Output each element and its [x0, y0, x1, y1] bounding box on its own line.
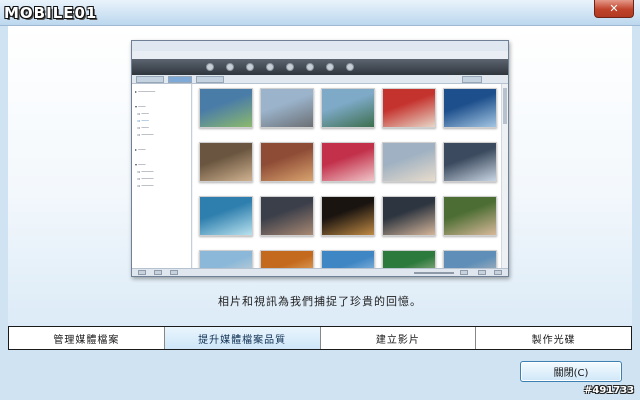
preview-zoom-slider [414, 272, 454, 274]
toolbar-icon [346, 63, 354, 71]
tab-enhance-media[interactable]: 提升媒體檔案品質 [164, 327, 321, 349]
photo-thumbnail [199, 250, 253, 268]
preview-sidebar-item: ▫ ───── [135, 176, 154, 181]
preview-menu-bar [132, 51, 508, 59]
photo-thumbnail [443, 142, 497, 182]
photo-thumbnail [382, 196, 436, 236]
preview-photo-grid [193, 84, 501, 268]
site-logo: MOBILE01 [4, 4, 98, 22]
toolbar-icon [226, 63, 234, 71]
preview-sidebar-item: ▫ ─── [135, 111, 149, 116]
tab-create-movie[interactable]: 建立影片 [321, 327, 477, 349]
photo-thumbnail [382, 142, 436, 182]
photo-thumbnail [443, 88, 497, 128]
toolbar-icon [286, 63, 294, 71]
photo-thumbnail [321, 196, 375, 236]
preview-scrollbar [501, 84, 508, 268]
caption-text: 相片和視訊為我們捕捉了珍貴的回憶。 [218, 295, 422, 308]
preview-sidebar-item: ▸ ─────── [135, 89, 156, 94]
preview-sidebar-item: ▸ ─── [135, 147, 146, 152]
photo-thumbnail [260, 88, 314, 128]
preview-sidebar-item: ▫ ───── [135, 132, 154, 137]
close-button[interactable]: 關閉(C) [520, 361, 622, 382]
photo-thumbnail [260, 142, 314, 182]
photo-thumbnail [443, 250, 497, 268]
preview-status-button [460, 270, 468, 275]
toolbar-icon [266, 63, 274, 71]
preview-path-button [196, 76, 224, 83]
preview-sidebar-item: ▫ ─── [135, 125, 149, 130]
photo-thumbnail [321, 88, 375, 128]
photo-thumbnail [199, 88, 253, 128]
photo-thumbnail [321, 250, 375, 268]
preview-status-bar [132, 268, 508, 276]
preview-title-bar [132, 41, 508, 51]
preview-status-button [154, 270, 162, 275]
preview-sidebar-item: ▾ ─── [135, 104, 146, 109]
photo-thumbnail [199, 142, 253, 182]
preview-status-button [170, 270, 178, 275]
preview-path-button-selected [168, 76, 192, 83]
preview-toolbar [132, 59, 508, 75]
tab-burn-disc[interactable]: 製作光碟 [476, 327, 631, 349]
tab-manage-media[interactable]: 管理媒體檔案 [9, 327, 165, 349]
preview-sidebar-item: ▫ ───── [135, 169, 154, 174]
preview-path-button [136, 76, 164, 83]
photo-thumbnail [321, 142, 375, 182]
preview-status-button [494, 270, 502, 275]
photo-thumbnail [260, 250, 314, 268]
watermark-id: #491733 [584, 385, 635, 396]
feature-tabs: 管理媒體檔案 提升媒體檔案品質 建立影片 製作光碟 [8, 326, 632, 350]
photo-thumbnail [199, 196, 253, 236]
toolbar-icon [306, 63, 314, 71]
photo-thumbnail [382, 88, 436, 128]
preview-path-bar [132, 75, 508, 84]
window-close-button[interactable]: ✕ [594, 0, 634, 18]
photo-thumbnail [443, 196, 497, 236]
preview-sidebar-item-selected: ▫ ─── [135, 118, 149, 123]
toolbar-icon [206, 63, 214, 71]
app-preview-screenshot: ▸ ─────── ▾ ─── ▫ ─── ▫ ─── ▫ ─── ▫ ────… [131, 40, 509, 277]
preview-sidebar-item: ▾ ─── [135, 162, 146, 167]
photo-thumbnail [260, 196, 314, 236]
toolbar-icon [326, 63, 334, 71]
preview-status-button [138, 270, 146, 275]
preview-search-box [462, 76, 482, 83]
toolbar-icon [246, 63, 254, 71]
preview-status-button [478, 270, 486, 275]
photo-thumbnail [382, 250, 436, 268]
preview-sidebar: ▸ ─────── ▾ ─── ▫ ─── ▫ ─── ▫ ─── ▫ ────… [132, 84, 192, 268]
preview-sidebar-item: ▫ ───── [135, 183, 154, 188]
title-bar: MOBILE01 ✕ [0, 0, 640, 26]
